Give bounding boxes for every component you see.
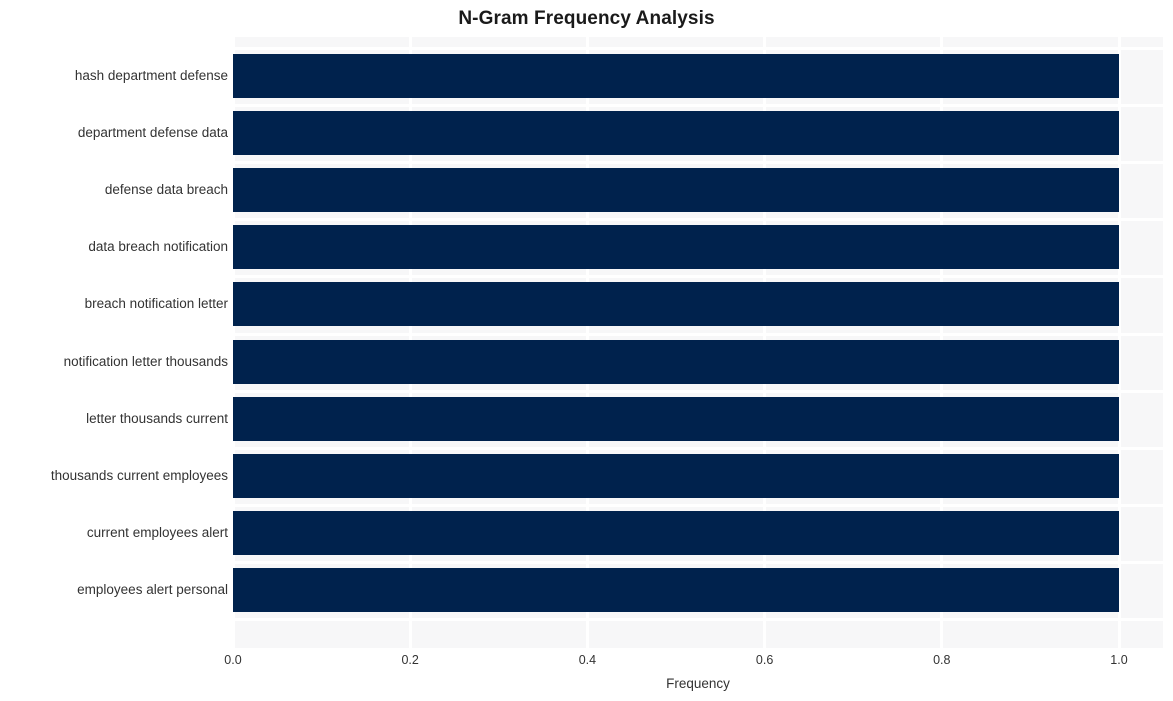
- bar: [233, 510, 1119, 555]
- bar: [233, 168, 1119, 213]
- horizontal-gridline: [233, 47, 1163, 50]
- y-axis-tick-label: notification letter thousands: [63, 353, 228, 369]
- horizontal-gridline: [233, 389, 1163, 393]
- x-axis-label: Frequency: [666, 676, 730, 691]
- bar: [233, 54, 1119, 98]
- y-axis-tick-label: current employees alert: [86, 524, 228, 540]
- y-axis-tick-label: data breach notification: [88, 239, 228, 255]
- horizontal-gridline: [233, 161, 1163, 165]
- bar: [233, 396, 1119, 441]
- y-axis-tick-label: hash department defense: [74, 68, 228, 83]
- ngram-frequency-chart: N-Gram Frequency Analysis hash departmen…: [0, 0, 1173, 701]
- horizontal-gridline: [233, 332, 1163, 336]
- x-axis-tick-label: 0.4: [578, 653, 597, 667]
- bar: [233, 453, 1119, 498]
- horizontal-gridline: [233, 218, 1163, 222]
- y-axis-tick-label: employees alert personal: [77, 581, 228, 597]
- bar: [233, 567, 1119, 612]
- bar: [233, 282, 1119, 327]
- bar: [233, 111, 1119, 156]
- bar: [233, 339, 1119, 384]
- x-axis-tick-label: 0.8: [933, 653, 951, 667]
- plot-area: [233, 37, 1163, 648]
- horizontal-gridline: [233, 560, 1163, 564]
- x-axis-tick-label: 0.6: [755, 653, 774, 667]
- y-axis-tick-label: department defense data: [77, 125, 228, 141]
- x-axis-tick-label: 1.0: [1110, 653, 1128, 667]
- chart-title: N-Gram Frequency Analysis: [458, 8, 715, 29]
- x-axis-tick-label: 0.0: [224, 653, 242, 667]
- horizontal-gridline: [233, 275, 1163, 279]
- horizontal-gridline: [233, 446, 1163, 450]
- horizontal-gridline: [233, 104, 1163, 108]
- horizontal-gridline: [233, 503, 1163, 507]
- y-axis-tick-label: defense data breach: [104, 182, 228, 198]
- horizontal-gridline: [233, 618, 1163, 621]
- x-axis-tick-label: 0.2: [401, 653, 419, 667]
- y-axis-tick-label: letter thousands current: [86, 410, 228, 426]
- bar: [233, 225, 1119, 270]
- y-axis-tick-label: thousands current employees: [50, 467, 228, 483]
- y-axis-tick-label: breach notification letter: [84, 296, 228, 312]
